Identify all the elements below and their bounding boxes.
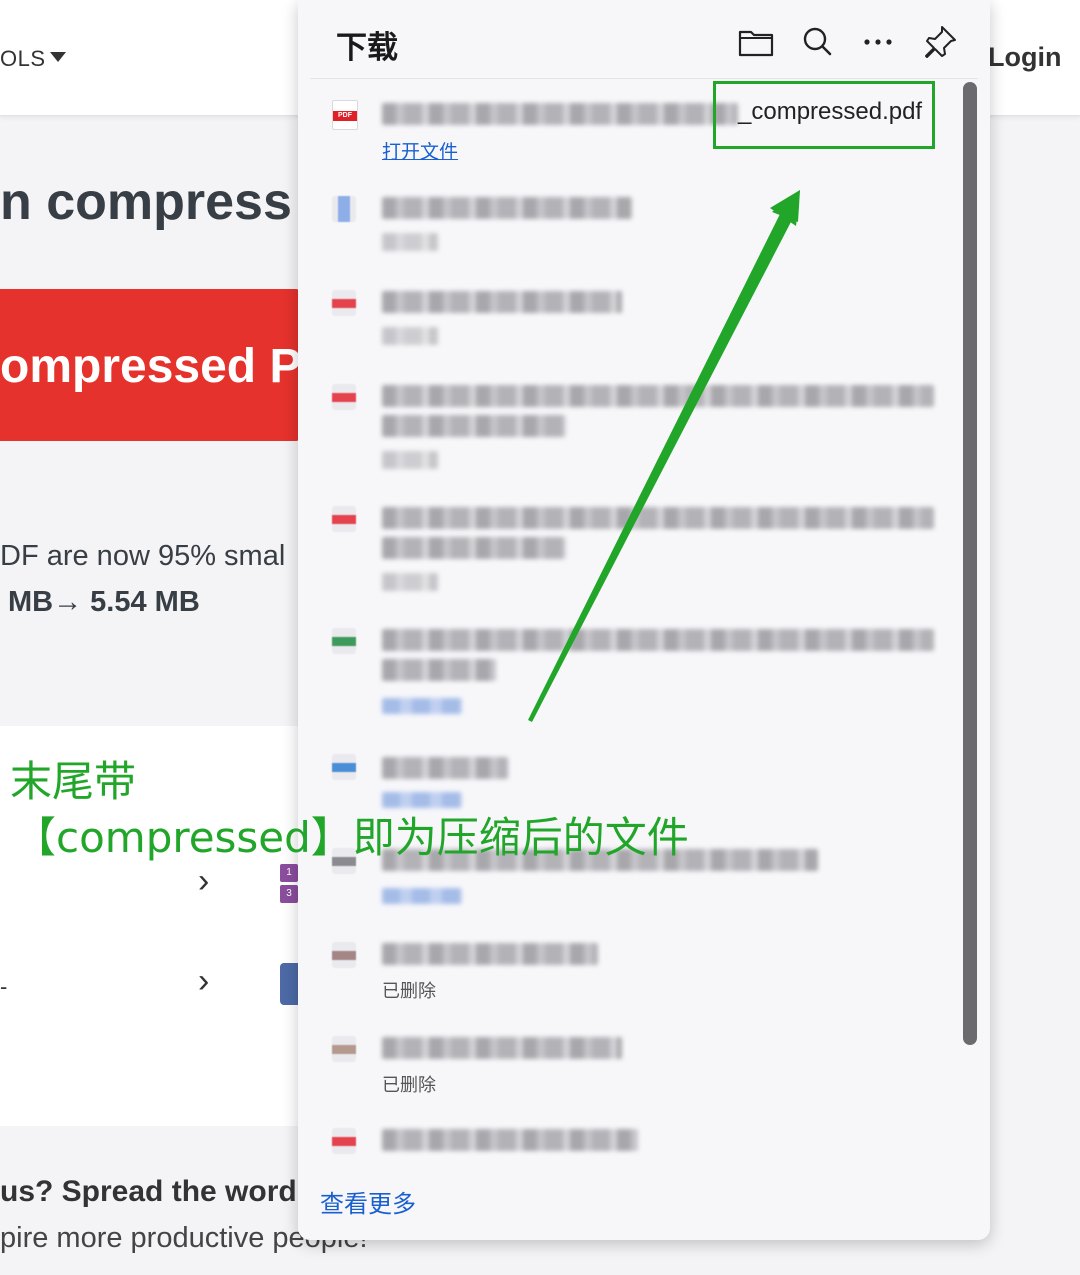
tools-menu-label[interactable]: OLS: [0, 46, 46, 72]
filename-highlight-box: [713, 81, 935, 149]
pdf-icon-label: PDF: [333, 111, 357, 121]
see-more-link[interactable]: 查看更多: [320, 1184, 416, 1219]
compression-result-text: DF are now 95% smal: [0, 540, 286, 572]
blurred-filename[interactable]: [382, 507, 934, 529]
download-compressed-label: ompressed PD: [0, 340, 300, 393]
file-icon: [332, 196, 356, 222]
file-icon: [332, 290, 356, 316]
download-compressed-button[interactable]: ompressed PD: [0, 289, 300, 441]
blurred-filename[interactable]: [382, 291, 622, 313]
open-file-link[interactable]: 打开文件: [382, 137, 458, 164]
blurred-filename-line2: [382, 415, 566, 437]
scrollbar-thumb[interactable]: [963, 82, 977, 1045]
protect-pdf-icon: [280, 963, 298, 1005]
blurred-filename-line2: [382, 659, 496, 681]
chevron-right-icon[interactable]: ›: [198, 862, 209, 901]
file-icon: [332, 628, 356, 654]
spread-word-heading: us? Spread the word!: [0, 1175, 307, 1208]
file-icon: [332, 384, 356, 410]
chevron-right-icon[interactable]: ›: [198, 962, 209, 1001]
downloads-title: 下载: [336, 30, 398, 65]
more-icon[interactable]: [858, 22, 898, 62]
blurred-filename[interactable]: [382, 1129, 638, 1151]
file-icon: [332, 942, 356, 968]
downloads-panel: 下载 PDF _compressed.pdf 打开文件 已删除 已删除 查看更多: [298, 0, 990, 1240]
blurred-status: [382, 233, 438, 251]
blurred-filename[interactable]: [382, 385, 934, 407]
blurred-link[interactable]: [382, 888, 462, 904]
pin-icon[interactable]: [920, 22, 960, 62]
deleted-status: 已删除: [382, 1075, 436, 1095]
page-heading: n compress: [0, 173, 292, 231]
blurred-filename[interactable]: [382, 943, 598, 965]
blurred-status: [382, 573, 438, 591]
caret-down-icon[interactable]: [50, 52, 66, 62]
blurred-filename[interactable]: [382, 757, 508, 779]
file-icon: [332, 1036, 356, 1062]
organize-pdf-icon: 1 3: [280, 864, 298, 904]
file-icon: [332, 754, 356, 780]
panel-divider: [310, 78, 978, 79]
blurred-filename[interactable]: [382, 1037, 622, 1059]
truncated-text: -: [0, 974, 8, 999]
blurred-link[interactable]: [382, 698, 462, 714]
login-link[interactable]: Login: [988, 42, 1061, 73]
page-number-3: 3: [280, 885, 298, 903]
blurred-filename: [382, 103, 738, 125]
page-number-1: 1: [280, 864, 298, 882]
folder-icon[interactable]: [736, 22, 776, 62]
pdf-file-icon: PDF: [332, 100, 358, 130]
file-icon: [332, 506, 356, 532]
blurred-filename[interactable]: [382, 629, 934, 651]
blurred-filename[interactable]: [382, 197, 632, 219]
blurred-status: [382, 327, 438, 345]
compression-size-text: MB→ 5.54 MB: [8, 586, 200, 618]
search-icon[interactable]: [798, 22, 838, 62]
deleted-status: 已删除: [382, 981, 436, 1001]
blurred-filename-line2: [382, 537, 566, 559]
file-icon: [332, 1128, 356, 1154]
annotation-text-line2: 【compressed】即为压缩后的文件: [14, 813, 689, 862]
blurred-status: [382, 451, 438, 469]
annotation-text-line1: 末尾带: [10, 757, 137, 806]
